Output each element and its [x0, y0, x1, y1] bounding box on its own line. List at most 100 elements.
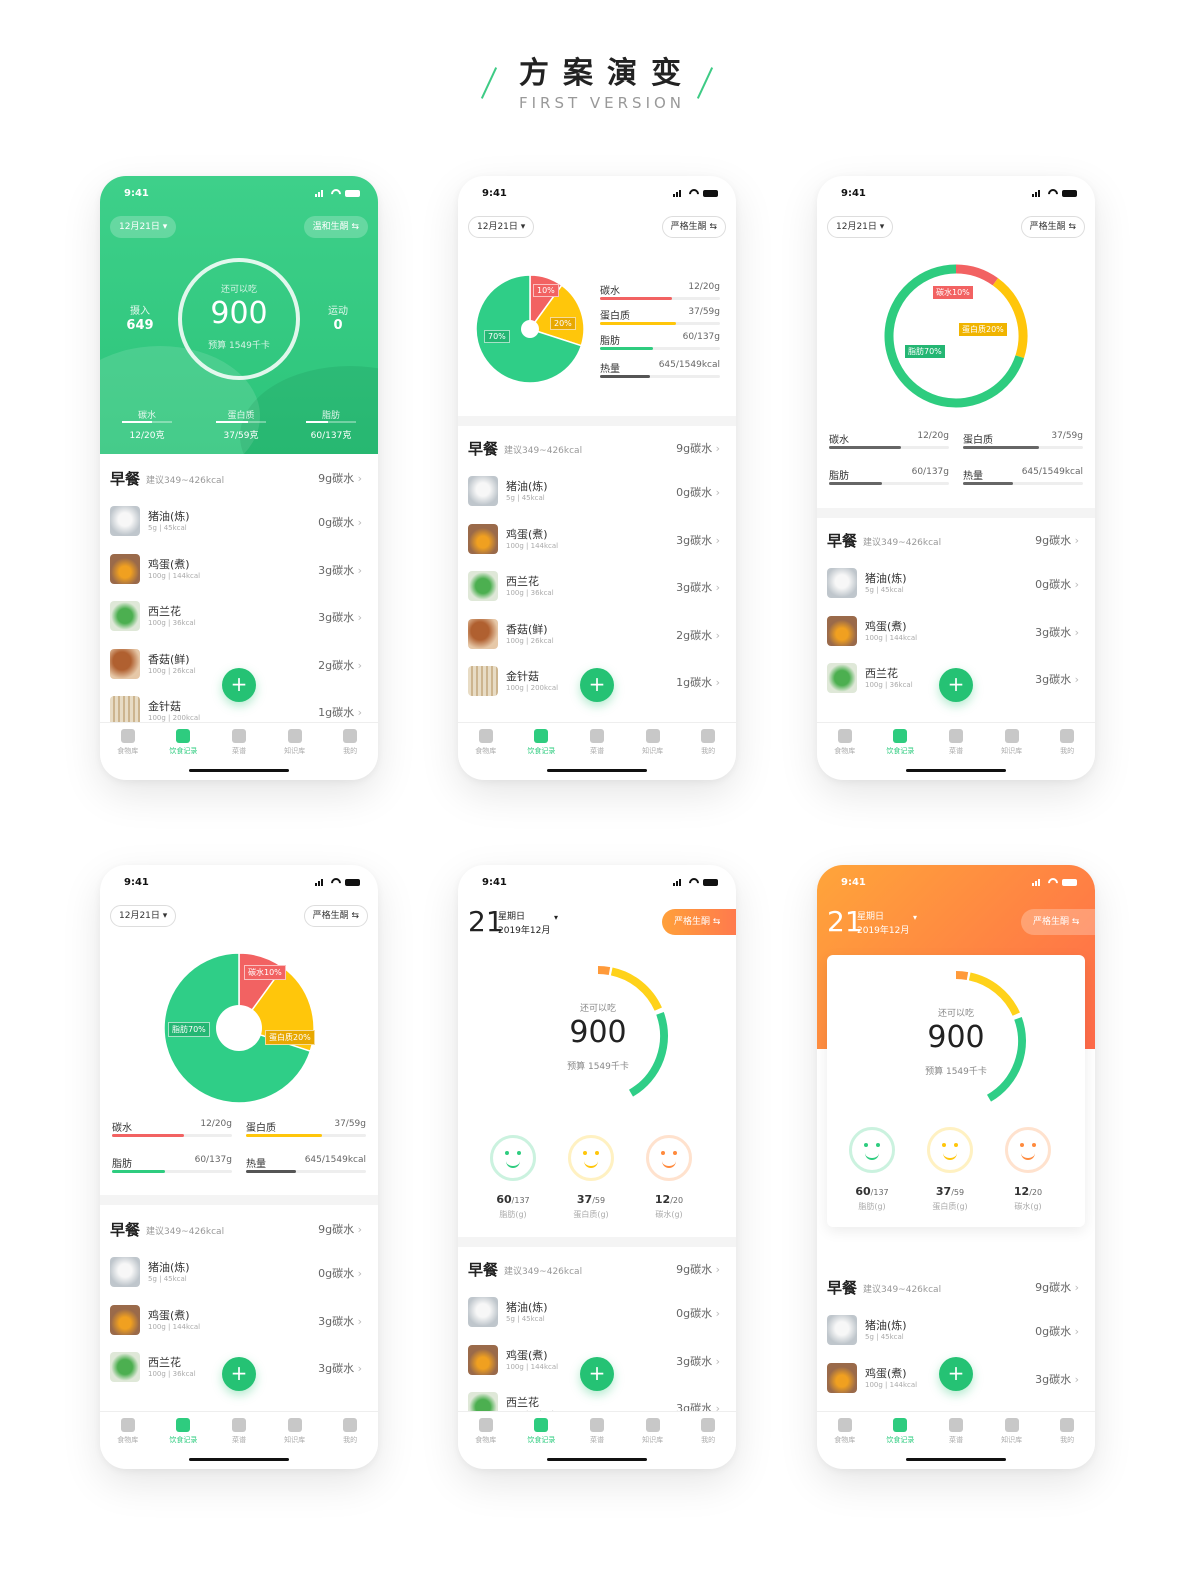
tab-4[interactable]: 我的 [1039, 723, 1095, 762]
macro-label: 蛋白质 [227, 411, 255, 421]
remaining-label: 还可以吃 [937, 1009, 974, 1019]
tab-2[interactable]: 菜谱 [928, 723, 984, 762]
tab-2[interactable]: 菜谱 [211, 723, 267, 762]
mode-toggle[interactable]: 严格生酮 ⇆ [662, 909, 736, 935]
tab-2[interactable]: 菜谱 [211, 1412, 267, 1451]
food-item[interactable]: 猪油(炼) 5g | 45kcal 0g碳水 [458, 1289, 736, 1337]
food-name: 西兰花 [506, 1396, 539, 1409]
food-item[interactable]: 鸡蛋(煮) 100g | 144kcal 3g碳水 [100, 546, 378, 594]
tab-1[interactable]: 饮食记录 [873, 723, 929, 762]
food-item[interactable]: 猪油(炼) 5g | 45kcal 0g碳水 [817, 1307, 1095, 1355]
tab-1[interactable]: 饮食记录 [514, 1412, 570, 1451]
meal-name: 早餐 [110, 470, 141, 488]
macro-bar-fill [600, 297, 672, 300]
tab-3[interactable]: 知识库 [984, 723, 1040, 762]
status-bar: 9:41 [458, 865, 736, 899]
add-food-button[interactable]: + [222, 1357, 256, 1391]
macro-bar [600, 347, 720, 350]
macro-bar [246, 1134, 366, 1137]
tab-3[interactable]: 知识库 [267, 723, 323, 762]
add-food-button[interactable]: + [580, 1357, 614, 1391]
tab-1[interactable]: 饮食记录 [514, 723, 570, 762]
mode-toggle[interactable]: 严格生酮 ⇆ [1020, 216, 1085, 238]
face-value: 37/59 [556, 1193, 626, 1206]
food-carbs: 3g碳水 [318, 1360, 362, 1376]
tab-2[interactable]: 菜谱 [569, 723, 625, 762]
macro-value: 12/20g [917, 431, 949, 441]
food-item[interactable]: 猪油(炼) 5g | 45kcal 0g碳水 [817, 560, 1095, 608]
tab-4[interactable]: 我的 [680, 723, 736, 762]
weekday: 星期日 [498, 912, 526, 922]
add-food-button[interactable]: + [580, 668, 614, 702]
tab-3[interactable]: 知识库 [625, 723, 681, 762]
tab-4[interactable]: 我的 [322, 723, 378, 762]
tab-label: 饮食记录 [886, 747, 915, 755]
tab-2[interactable]: 菜谱 [928, 1412, 984, 1451]
mode-toggle[interactable]: 严格生酮 ⇆ [661, 216, 726, 238]
meal-breakfast: 早餐建议349~426kcal 9g碳水猪油(炼)5g | 45kcal 0g碳水鸡… [458, 426, 736, 706]
food-item[interactable]: 西兰花100g | 36kcal 3g碳水 [458, 563, 736, 611]
meal-header[interactable]: 早餐 建议349~426kcal 9g碳水 [100, 456, 378, 498]
meal-header[interactable]: 早餐 建议349~426kcal 9g碳水 [458, 1247, 736, 1289]
tab-0[interactable]: 食物库 [100, 1412, 156, 1451]
tab-4[interactable]: 我的 [322, 1412, 378, 1451]
date-selector[interactable]: 12月21日 ▾ [827, 216, 894, 238]
food-item[interactable]: 鸡蛋(煮) 100g | 144kcal 3g碳水 [817, 608, 1095, 656]
meal-header[interactable]: 早餐 建议349~426kcal 9g碳水 [100, 1207, 378, 1249]
food-item[interactable]: 猪油(炼) 5g | 45kcal 0g碳水 [458, 468, 736, 516]
mode-toggle[interactable]: 温和生酮 ⇆ [303, 216, 368, 238]
food-thumbnail [110, 1352, 140, 1382]
mode-toggle[interactable]: 严格生酮 ⇆ [1021, 909, 1095, 935]
add-food-button[interactable]: + [222, 668, 256, 702]
food-sub: 100g | 26kcal [506, 636, 554, 645]
food-item[interactable]: 鸡蛋(煮) 100g | 144kcal 3g碳水 [100, 1297, 378, 1345]
date-selector[interactable]: 12月21日 ▾ [110, 216, 177, 238]
tab-label: 食物库 [834, 747, 856, 755]
macro-label: 脂肪 [829, 471, 849, 482]
meal-header[interactable]: 早餐 建议349~426kcal 9g碳水 [817, 518, 1095, 560]
tab-3[interactable]: 知识库 [267, 1412, 323, 1451]
phone-donut: 9:41 12月21日 ▾ 严格生酮 ⇆ 碳水10% 蛋白质20% 脂肪70% 碳水 12/2… [817, 176, 1095, 780]
tab-0[interactable]: 食物库 [100, 723, 156, 762]
tab-0[interactable]: 食物库 [817, 1412, 873, 1451]
fork-icon [120, 729, 135, 743]
status-icons [1032, 878, 1077, 886]
food-item[interactable]: 猪油(炼) 5g | 45kcal 0g碳水 [100, 498, 378, 546]
date-selector[interactable]: 12月21日 ▾ [468, 216, 535, 238]
food-item[interactable]: 猪油(炼) 5g | 45kcal 0g碳水 [100, 1249, 378, 1297]
tab-1[interactable]: 饮食记录 [873, 1412, 929, 1451]
tab-4[interactable]: 我的 [680, 1412, 736, 1451]
food-name: 香菇(鲜) [506, 622, 548, 636]
meal-header[interactable]: 早餐 建议349~426kcal 9g碳水 [817, 1265, 1095, 1307]
food-item[interactable]: 香菇(鲜) 100g | 26kcal 2g碳水 [458, 611, 736, 659]
food-thumbnail [468, 523, 498, 554]
tab-3[interactable]: 知识库 [625, 1412, 681, 1451]
tab-0[interactable]: 食物库 [458, 723, 514, 762]
face-value-total: /20 [670, 1196, 684, 1205]
tab-1[interactable]: 饮食记录 [156, 1412, 212, 1451]
mode-toggle[interactable]: 严格生酮 ⇆ [303, 905, 368, 927]
budget-label: 预算 1549千卡 [925, 1067, 987, 1077]
food-item[interactable]: 西兰花100g | 36kcal 3g碳水 [100, 593, 378, 641]
macro-bar-fill [600, 347, 653, 350]
tab-3[interactable]: 知识库 [984, 1412, 1040, 1451]
chevron-down-icon[interactable]: ▾ [913, 913, 917, 922]
meal-header[interactable]: 早餐 建议349~426kcal 9g碳水 [458, 426, 736, 468]
tab-0[interactable]: 食物库 [817, 723, 873, 762]
diary-icon [534, 1418, 549, 1432]
chevron-down-icon[interactable]: ▾ [554, 913, 558, 922]
food-thumbnail [827, 1315, 857, 1345]
food-thumbnail [110, 648, 140, 679]
add-food-button[interactable]: + [939, 1357, 973, 1391]
pie-label: 10% [533, 284, 559, 297]
macro-bar [112, 1134, 232, 1137]
diary-icon [176, 729, 191, 743]
tab-2[interactable]: 菜谱 [569, 1412, 625, 1451]
tab-0[interactable]: 食物库 [458, 1412, 514, 1451]
food-item[interactable]: 鸡蛋(煮) 100g | 144kcal 3g碳水 [458, 516, 736, 564]
add-food-button[interactable]: + [939, 668, 973, 702]
tab-label: 食物库 [475, 747, 497, 755]
tab-1[interactable]: 饮食记录 [156, 723, 212, 762]
date-selector[interactable]: 12月21日 ▾ [110, 905, 177, 927]
tab-4[interactable]: 我的 [1039, 1412, 1095, 1451]
